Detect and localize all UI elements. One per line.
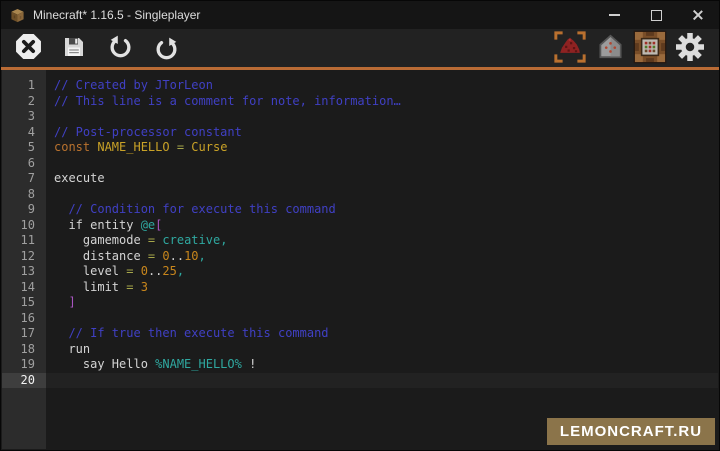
code-text: [46, 311, 54, 327]
close-button[interactable]: [677, 1, 719, 29]
line-number: 8: [2, 187, 46, 203]
undo-icon: [108, 34, 133, 62]
line-number: 6: [2, 156, 46, 172]
code-text: [46, 373, 54, 389]
maximize-icon: [651, 10, 662, 21]
code-line-19[interactable]: 19 say Hello %NAME_HELLO% !: [2, 357, 718, 373]
code-line-13[interactable]: 13 level = 0..25,: [2, 264, 718, 280]
code-text: distance = 0..10,: [46, 249, 206, 265]
code-text: // This line is a comment for note, info…: [46, 94, 401, 110]
save-button[interactable]: [59, 32, 89, 64]
line-number: 17: [2, 326, 46, 342]
close-icon: [692, 9, 704, 21]
line-number: 18: [2, 342, 46, 358]
gear-icon: [675, 32, 705, 65]
code-line-17[interactable]: 17 // If true then execute this command: [2, 326, 718, 342]
line-number: 16: [2, 311, 46, 327]
line-number: 7: [2, 171, 46, 187]
watermark-banner: LEMONCRAFT.RU: [547, 418, 715, 445]
code-text: limit = 3: [46, 280, 148, 296]
code-line-20[interactable]: 20: [2, 373, 718, 389]
line-number: 12: [2, 249, 46, 265]
line-number: 13: [2, 264, 46, 280]
crafting-table-icon: [633, 30, 667, 67]
code-line-3[interactable]: 3: [2, 109, 718, 125]
code-text: // Post-processor constant: [46, 125, 242, 141]
code-text: execute: [46, 171, 105, 187]
redo-button[interactable]: [151, 32, 181, 64]
code-text: ]: [46, 295, 76, 311]
cancel-button[interactable]: [13, 32, 43, 64]
maximize-button[interactable]: [635, 1, 677, 29]
line-number: 10: [2, 218, 46, 234]
code-text: // If true then execute this command: [46, 326, 329, 342]
code-line-8[interactable]: 8: [2, 187, 718, 203]
line-number: 5: [2, 140, 46, 156]
redo-icon: [154, 36, 179, 61]
code-line-15[interactable]: 15 ]: [2, 295, 718, 311]
code-text: const NAME_HELLO = Curse: [46, 140, 227, 156]
code-line-12[interactable]: 12 distance = 0..10,: [2, 249, 718, 265]
editor-lines: 1// Created by JTorLeon2// This line is …: [2, 78, 718, 388]
toolbar-right-group: [547, 32, 707, 64]
code-line-9[interactable]: 9 // Condition for execute this command: [2, 202, 718, 218]
code-line-5[interactable]: 5const NAME_HELLO = Curse: [2, 140, 718, 156]
minimize-icon: [609, 14, 620, 16]
code-text: gamemode = creative,: [46, 233, 227, 249]
code-line-6[interactable]: 6: [2, 156, 718, 172]
settings-button[interactable]: [673, 32, 707, 64]
titlebar[interactable]: Minecraft* 1.16.5 - Singleplayer: [1, 1, 719, 29]
code-text: // Created by JTorLeon: [46, 78, 213, 94]
line-number: 15: [2, 295, 46, 311]
window-controls: [593, 1, 719, 29]
minecraft-block-icon: [10, 8, 25, 23]
code-line-10[interactable]: 10 if entity @e[: [2, 218, 718, 234]
code-line-7[interactable]: 7execute: [2, 171, 718, 187]
line-number: 20: [2, 373, 46, 389]
line-number: 4: [2, 125, 46, 141]
code-text: // Condition for execute this command: [46, 202, 336, 218]
minimize-button[interactable]: [593, 1, 635, 29]
code-line-4[interactable]: 4// Post-processor constant: [2, 125, 718, 141]
line-number: 1: [2, 78, 46, 94]
window-title: Minecraft* 1.16.5 - Singleplayer: [33, 8, 200, 22]
code-text: [46, 156, 54, 172]
redstone-button[interactable]: [553, 32, 587, 64]
undo-button[interactable]: [105, 32, 135, 64]
home-icon: [597, 33, 624, 63]
redstone-dust-icon: [554, 31, 586, 66]
app-window: Minecraft* 1.16.5 - Singleplayer: [0, 0, 720, 451]
cancel-icon: [15, 33, 42, 63]
line-number: 14: [2, 280, 46, 296]
code-line-14[interactable]: 14 limit = 3: [2, 280, 718, 296]
code-text: say Hello %NAME_HELLO% !: [46, 357, 256, 373]
crafting-table-button[interactable]: [633, 32, 667, 64]
line-number: 2: [2, 94, 46, 110]
code-text: [46, 187, 54, 203]
toolbar: [1, 29, 719, 67]
code-text: if entity @e[: [46, 218, 162, 234]
code-line-18[interactable]: 18 run: [2, 342, 718, 358]
code-editor[interactable]: 1// Created by JTorLeon2// This line is …: [2, 70, 718, 449]
code-text: level = 0..25,: [46, 264, 184, 280]
code-line-1[interactable]: 1// Created by JTorLeon: [2, 78, 718, 94]
line-number: 11: [2, 233, 46, 249]
save-icon: [62, 35, 86, 62]
code-line-16[interactable]: 16: [2, 311, 718, 327]
line-number: 9: [2, 202, 46, 218]
code-text: run: [46, 342, 90, 358]
code-text: [46, 109, 54, 125]
home-button[interactable]: [593, 32, 627, 64]
line-number: 3: [2, 109, 46, 125]
code-line-11[interactable]: 11 gamemode = creative,: [2, 233, 718, 249]
line-number: 19: [2, 357, 46, 373]
code-line-2[interactable]: 2// This line is a comment for note, inf…: [2, 94, 718, 110]
